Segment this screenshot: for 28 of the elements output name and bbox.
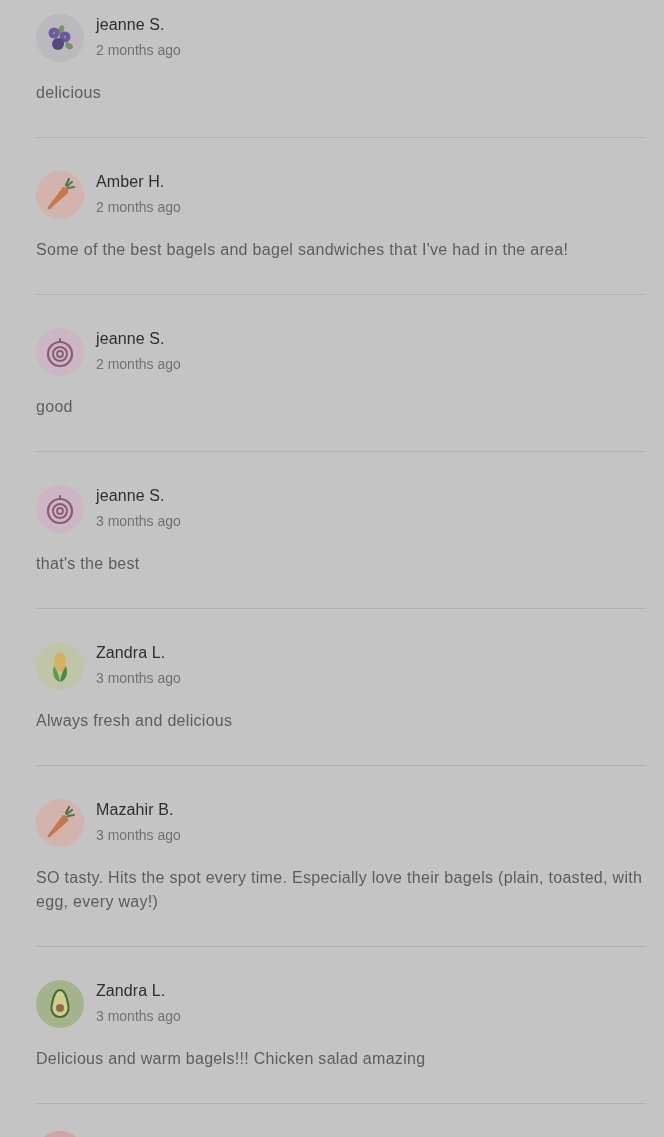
review-text: that's the best xyxy=(36,554,141,574)
review-text: delicious xyxy=(36,83,102,103)
review-text: Some of the best bagels and bagel sandwiches that I've had in the area! xyxy=(36,240,570,260)
reviewer-name: Amber H. xyxy=(96,173,166,191)
reviewer-name: Mazahir B. xyxy=(96,801,175,819)
review-text: good xyxy=(36,397,74,417)
blueberries-icon xyxy=(36,14,84,62)
onion-icon xyxy=(36,485,84,533)
review-time: 3 months ago xyxy=(96,513,181,529)
review-time: 2 months ago xyxy=(96,356,181,372)
reviewer-name: jeanne S. xyxy=(96,330,166,348)
reviewer-name: jeanne S. xyxy=(96,487,166,505)
review-time: 3 months ago xyxy=(96,670,181,686)
avocado-icon xyxy=(36,980,84,1028)
corn-icon xyxy=(36,642,84,690)
reviewer-name: jeanne S. xyxy=(96,16,166,34)
review-time: 2 months ago xyxy=(96,199,181,215)
onion-icon xyxy=(36,328,84,376)
review-text: Always fresh and delicious xyxy=(36,711,234,731)
carrot-icon xyxy=(36,171,84,219)
review-time: 3 months ago xyxy=(96,827,181,843)
review-time: 2 months ago xyxy=(96,42,181,58)
carrot-icon xyxy=(36,799,84,847)
review-time: 3 months ago xyxy=(96,1008,181,1024)
review-text: Delicious and warm bagels!!! Chicken salad amazing xyxy=(36,1049,427,1069)
review-text: SO tasty. Hits the spot every time. Especially love their bagels (plain, toasted, with egg, every way!) xyxy=(36,868,644,912)
reviewer-name: Zandra L. xyxy=(96,982,167,1000)
reviewer-name: Zandra L. xyxy=(96,644,167,662)
